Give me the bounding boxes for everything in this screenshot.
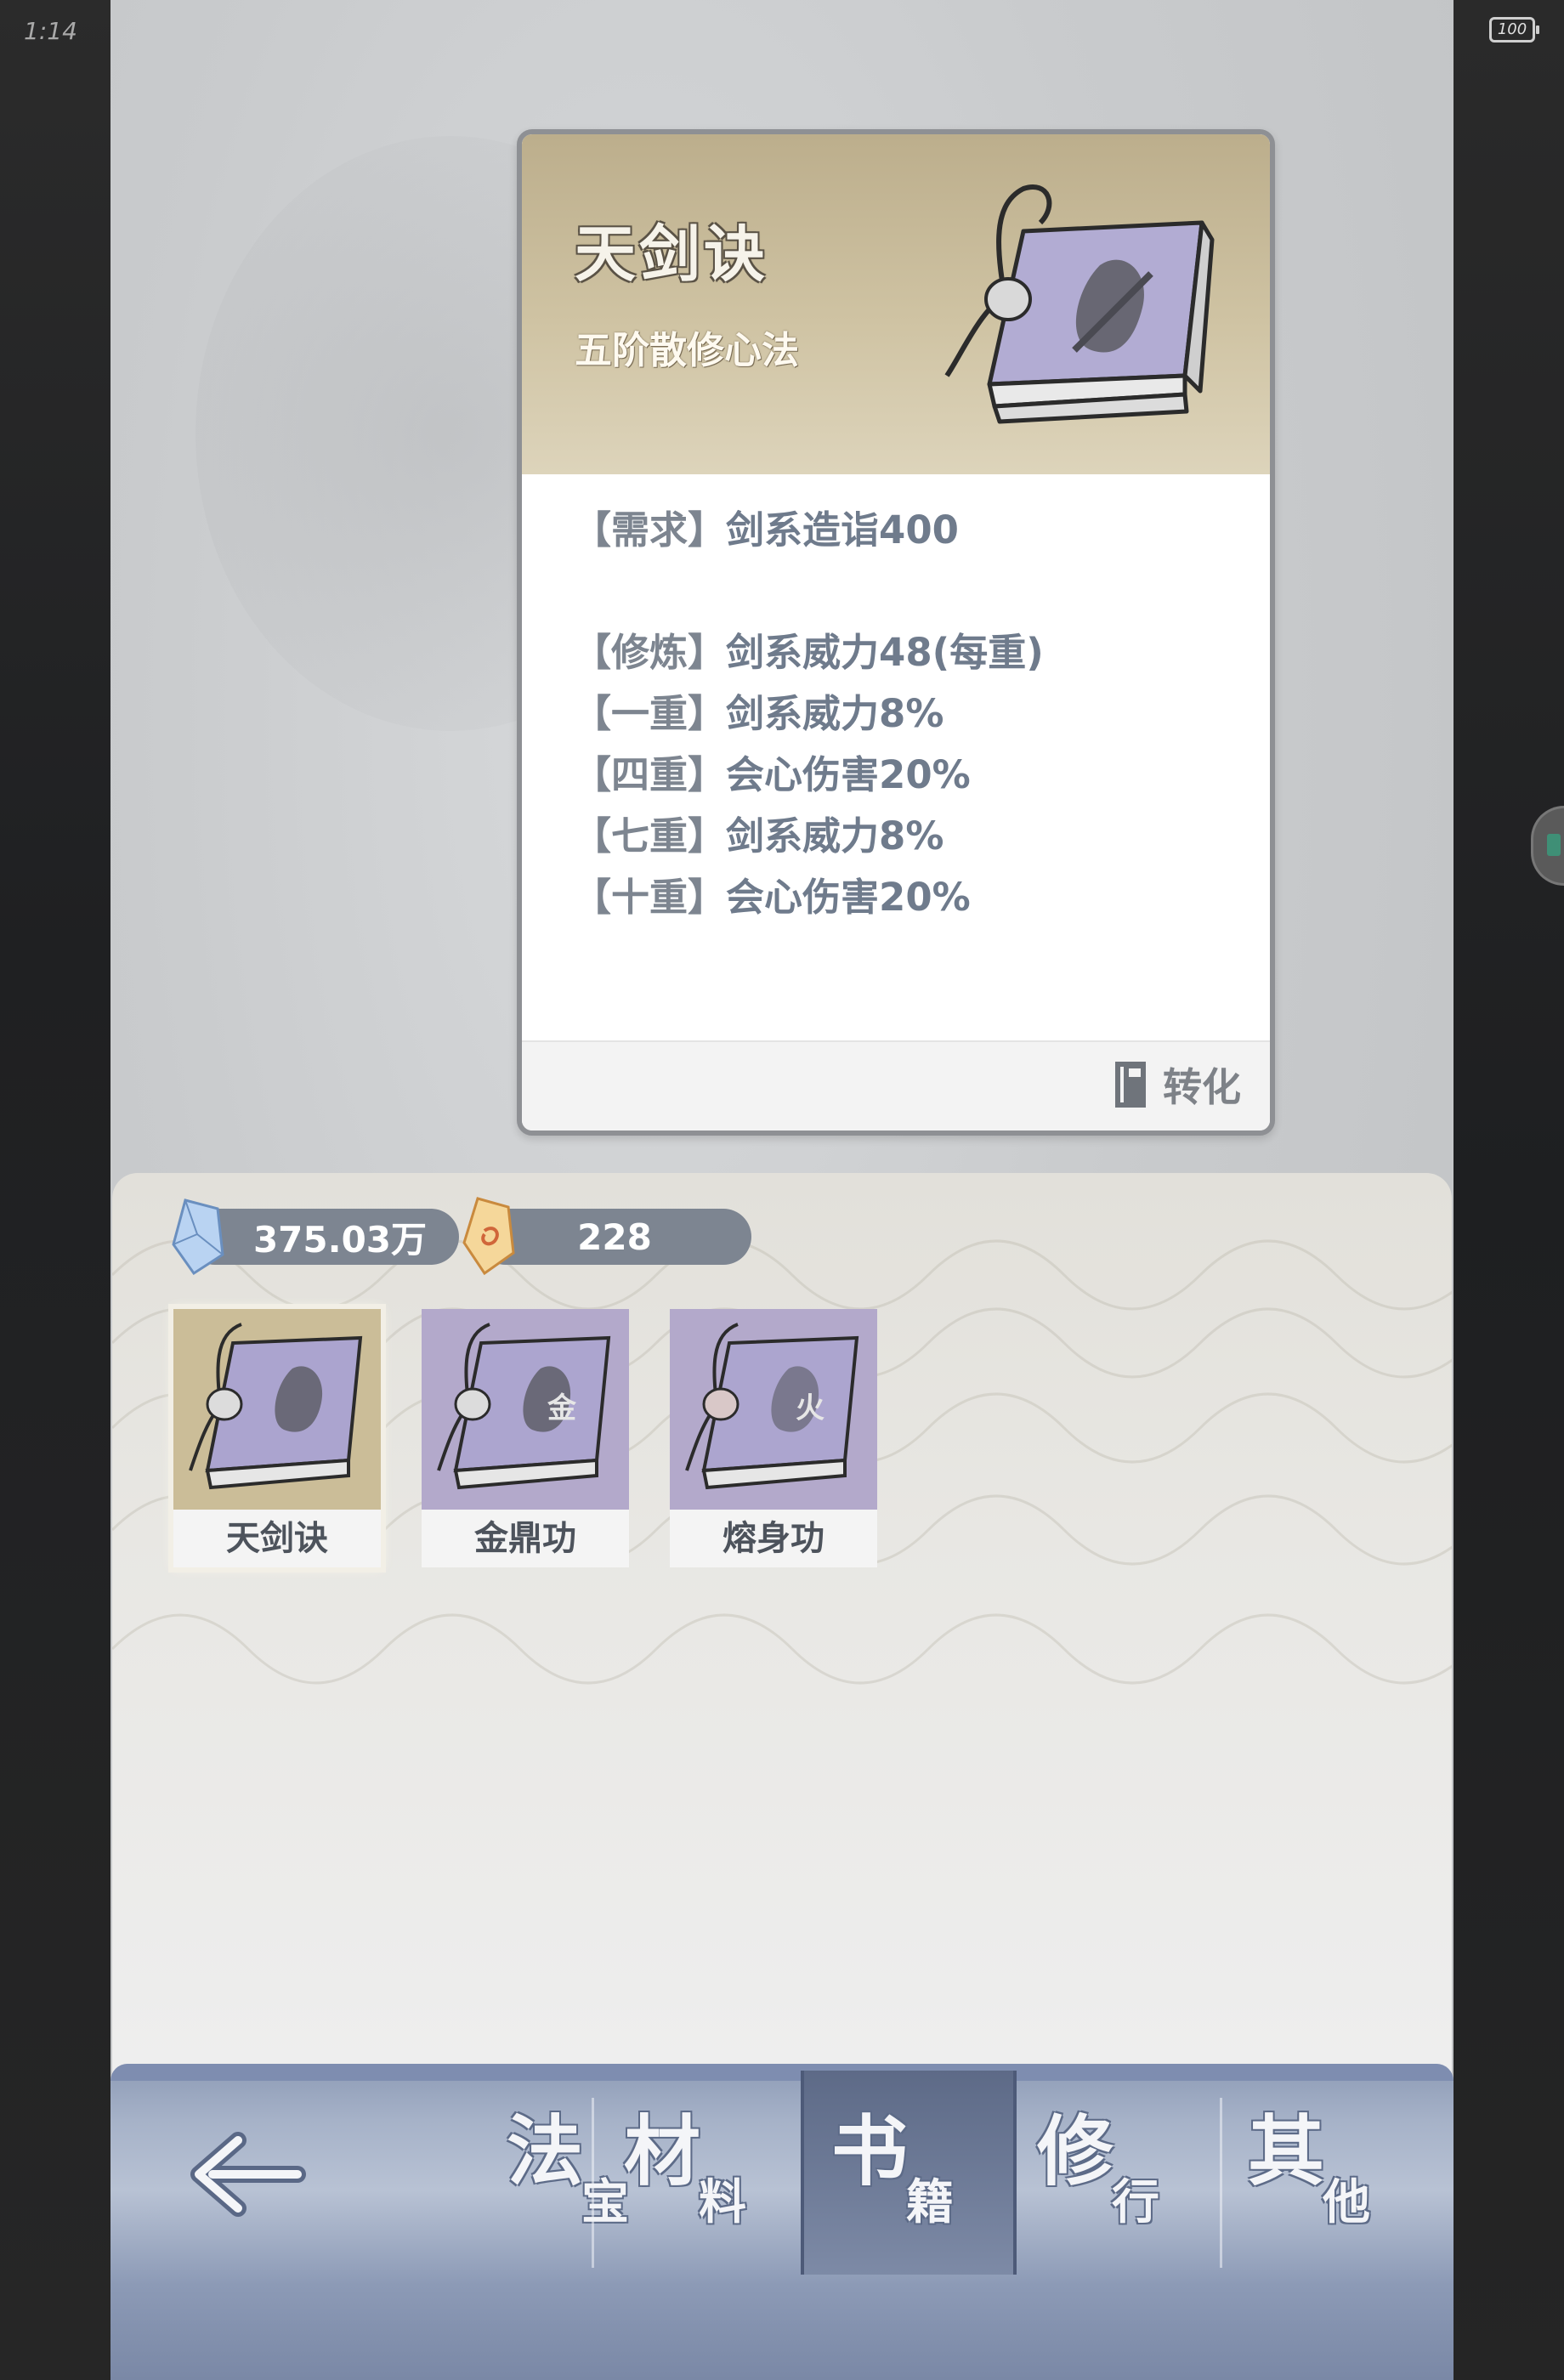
tab-big-char: 书 (831, 2107, 908, 2196)
effect-key: 【七重】 (573, 813, 727, 858)
effect-value: 会心伤害20% (726, 875, 971, 920)
card-header: 天剑诀 五阶散修心法 (522, 134, 1270, 474)
left-background (0, 0, 110, 2380)
tab-small-char: 他 (1323, 2175, 1370, 2230)
effect-value: 剑系威力8% (726, 813, 944, 858)
effect-line: 【修炼】剑系威力48(每重) (573, 622, 1236, 683)
blue-spirit-stone-icon (172, 1198, 224, 1276)
book-thumbnail-icon (173, 1309, 381, 1510)
effect-key: 【十重】 (573, 875, 727, 920)
book-illustration-icon (944, 184, 1215, 424)
effect-key: 【一重】 (573, 691, 727, 736)
resource-value: 375.03万 (252, 1218, 428, 1261)
right-background (1454, 0, 1564, 2380)
inventory-panel: 375.03万 228 天剑诀 金 金鼎功 火 熔身功 (112, 1173, 1452, 2074)
game-stage: 天剑诀 五阶散修心法 【需求】剑系造诣400 【修炼】剑系威力48(每重) 【一… (110, 0, 1454, 2380)
tab-small-char: 料 (699, 2175, 746, 2230)
effect-key: 【修炼】 (573, 630, 727, 675)
requirement-value: 剑系造诣400 (726, 507, 959, 552)
requirement-key: 【需求】 (573, 507, 727, 552)
card-body: 【需求】剑系造诣400 【修炼】剑系威力48(每重) 【一重】剑系威力8% 【四… (573, 500, 1236, 928)
resource-value: 228 (577, 1216, 652, 1258)
tab-cultivation[interactable]: 修 行 (1010, 2071, 1219, 2275)
status-time: 1:14 (24, 17, 77, 45)
tab-big-char: 法 (507, 2107, 583, 2196)
effect-line: 【十重】会心伤害20% (573, 867, 1236, 928)
resource-pill-blue: 375.03万 (187, 1209, 459, 1265)
tab-other[interactable]: 其 他 (1221, 2071, 1430, 2275)
effect-key: 【四重】 (573, 752, 727, 797)
bottom-nav: 法 宝 材 料 书 籍 修 行 其 他 (110, 2064, 1454, 2380)
item-name: 金鼎功 (422, 1510, 629, 1567)
item-grid: 天剑诀 金 金鼎功 火 熔身功 (168, 1304, 877, 1572)
tab-small-char: 籍 (906, 2175, 954, 2230)
tab-big-char: 修 (1037, 2107, 1114, 2196)
effect-value: 会心伤害20% (726, 752, 971, 797)
card-footer: 转化 (522, 1040, 1270, 1130)
effect-value: 剑系威力48(每重) (726, 630, 1044, 675)
requirement-line: 【需求】剑系造诣400 (573, 500, 1236, 561)
item-slot[interactable]: 天剑诀 (168, 1304, 386, 1572)
item-name: 天剑诀 (173, 1510, 381, 1567)
item-slot[interactable]: 金 金鼎功 (422, 1309, 629, 1567)
item-emblem: 金 (547, 1391, 577, 1425)
resource-pill-gold: 228 (478, 1209, 751, 1265)
item-title: 天剑诀 (575, 218, 769, 290)
effect-line: 【七重】剑系威力8% (573, 806, 1236, 867)
effect-line: 【四重】会心伤害20% (573, 745, 1236, 806)
tab-big-char: 材 (624, 2107, 700, 2196)
back-arrow-icon[interactable] (178, 2123, 306, 2234)
convert-button[interactable]: 转化 (1114, 1057, 1241, 1112)
item-detail-card: 天剑诀 五阶散修心法 【需求】剑系造诣400 【修炼】剑系威力48(每重) 【一… (517, 129, 1275, 1136)
book-convert-icon (1115, 1062, 1146, 1108)
gold-spirit-stone-icon (462, 1197, 515, 1276)
effect-value: 剑系威力8% (726, 691, 944, 736)
tab-divider (592, 2098, 594, 2268)
item-slot[interactable]: 火 熔身功 (670, 1309, 877, 1567)
item-name: 熔身功 (670, 1510, 877, 1567)
convert-label: 转化 (1163, 1064, 1241, 1110)
tab-books[interactable]: 书 籍 (801, 2071, 1017, 2275)
battery-icon: 100 (1489, 17, 1539, 42)
tab-materials[interactable]: 材 料 (597, 2071, 806, 2275)
item-subtitle: 五阶散修心法 (575, 329, 799, 372)
wave-pattern (112, 1239, 1452, 1685)
item-emblem: 火 (796, 1391, 824, 1425)
book-thumbnail-icon: 火 (670, 1309, 877, 1510)
book-thumbnail-icon: 金 (422, 1309, 629, 1510)
tab-big-char: 其 (1248, 2107, 1324, 2196)
tab-small-char: 行 (1112, 2175, 1159, 2230)
effect-line: 【一重】剑系威力8% (573, 683, 1236, 745)
